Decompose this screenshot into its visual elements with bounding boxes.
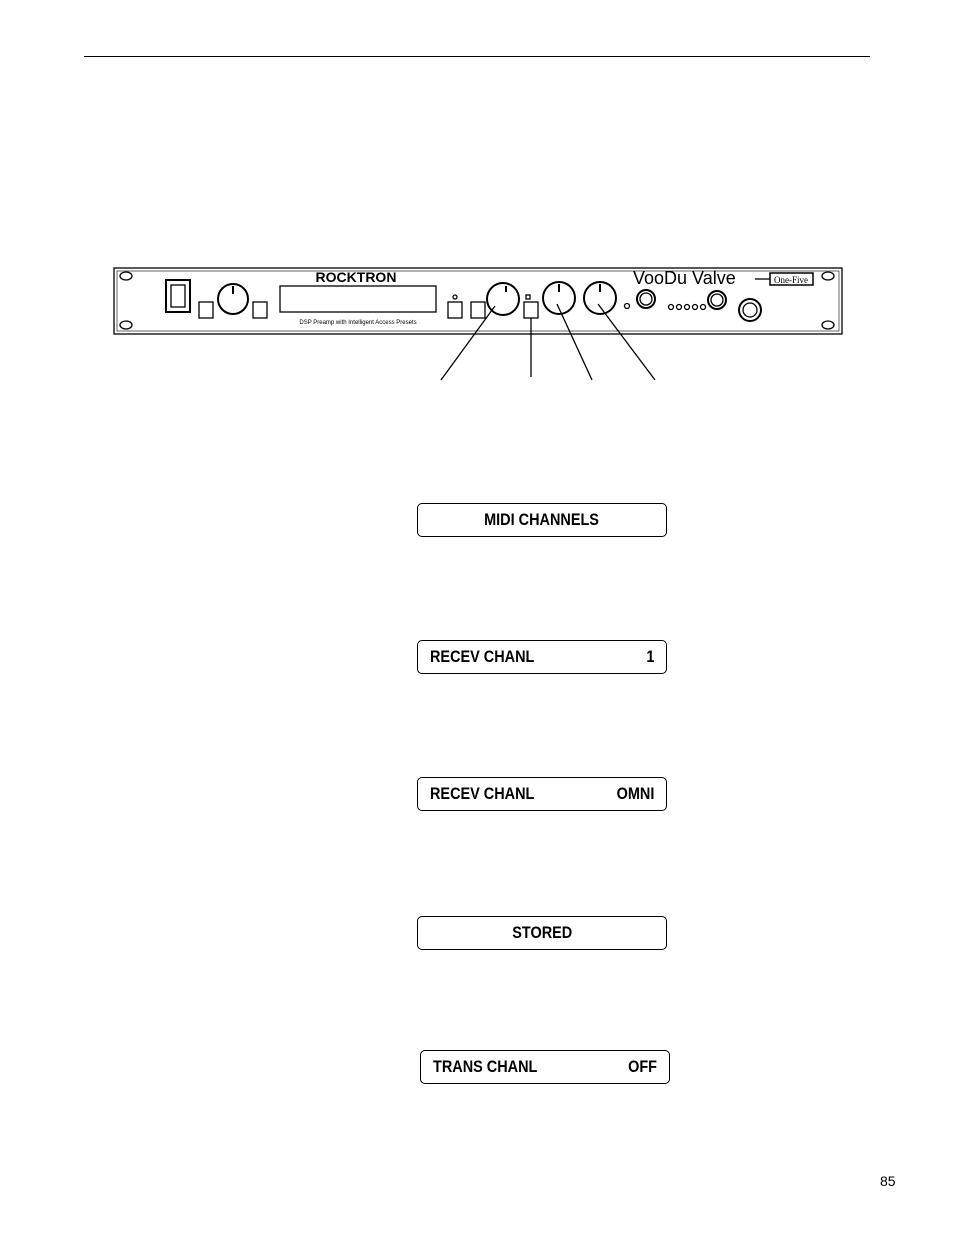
panel-subtitle: DSP Preamp with Intelligent Access Prese… [299, 320, 416, 326]
lcd-text: RECEV CHANL [430, 784, 535, 803]
product-logo: VooDu Valve [633, 268, 736, 288]
front-panel-illustration: ROCKTRON DSP Preamp with Intelligent Acc… [113, 267, 843, 381]
page-number: 85 [880, 1173, 896, 1189]
button [252, 301, 268, 319]
badge: One-Five [774, 275, 808, 285]
lcd-display-stored: STORED [417, 916, 667, 950]
lcd-value: OMNI [616, 784, 654, 803]
lcd-text: MIDI CHANNELS [484, 510, 600, 529]
lcd-value: 1 [645, 647, 654, 666]
lcd-display-midi-channels: MIDI CHANNELS [417, 503, 667, 537]
button [198, 301, 214, 319]
rack-hole [119, 271, 133, 281]
lcd-text: STORED [512, 923, 572, 942]
button [447, 301, 463, 319]
rack-hole [821, 320, 835, 330]
button [523, 301, 539, 319]
lcd-display-trans-chanl: TRANS CHANL OFF [420, 1050, 670, 1084]
button [470, 301, 486, 319]
input-jack [738, 298, 762, 322]
lcd-display-recev-chanl-omni: RECEV CHANL OMNI [417, 777, 667, 811]
lcd-text: TRANS CHANL [433, 1057, 538, 1076]
lcd-text: RECEV CHANL [430, 647, 535, 666]
rack-hole [119, 320, 133, 330]
lcd-value: OFF [628, 1057, 657, 1076]
display-window [279, 285, 437, 313]
brand-logo: ROCKTRON [316, 269, 397, 285]
lcd-display-recev-chanl-1: RECEV CHANL 1 [417, 640, 667, 674]
rack-hole [821, 271, 835, 281]
